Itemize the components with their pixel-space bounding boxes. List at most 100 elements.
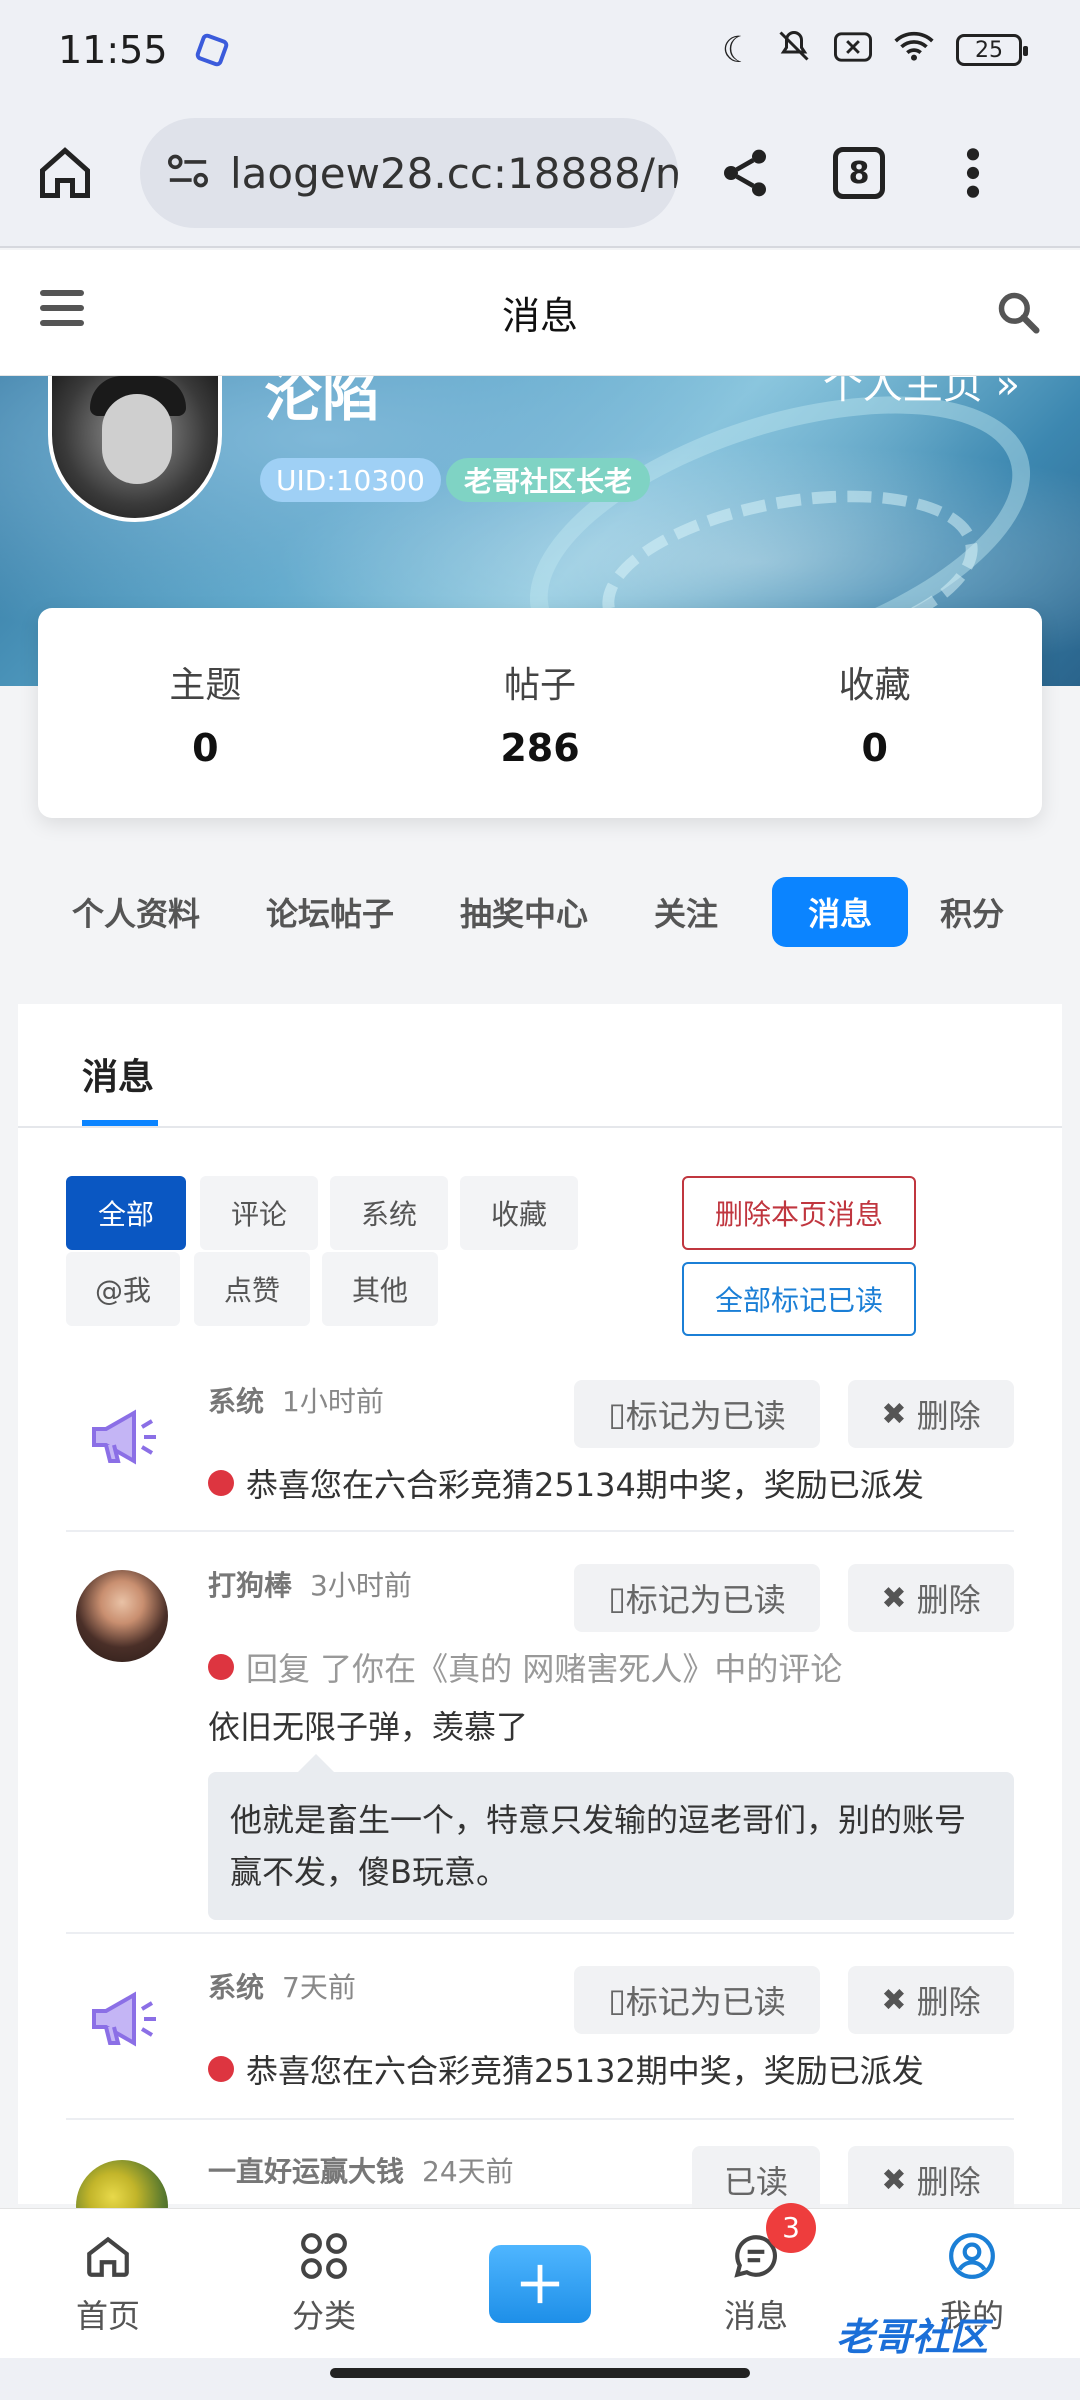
- nav-label: 消息: [723, 2296, 788, 2335]
- unread-dot: [208, 1654, 234, 1680]
- tab-lottery[interactable]: 抽奖中心: [448, 877, 600, 947]
- message-sender: 系统 1小时前: [208, 1385, 384, 1418]
- close-icon: ✖: [881, 1396, 907, 1432]
- status-time: 11:55: [58, 28, 168, 72]
- megaphone-icon: [88, 1988, 160, 2054]
- rank-badge: 老哥社区长老: [446, 458, 651, 502]
- profile-home-link[interactable]: 个人主页 »: [823, 376, 1020, 410]
- mute-icon: [776, 28, 812, 73]
- filter-system[interactable]: 系统: [330, 1176, 448, 1250]
- delete-message-button[interactable]: ✖ 删除: [848, 1564, 1014, 1632]
- message-text: 恭喜您在六合彩竞猜25132期中奖，奖励已派发: [208, 2046, 924, 2092]
- tab-forum-posts[interactable]: 论坛帖子: [254, 877, 406, 947]
- home-icon[interactable]: [28, 136, 102, 210]
- message-item: 系统 7天前 ▯ 标记为已读 ✖ 删除 恭喜您在六合彩竞猜25132期中奖，奖励已派发: [66, 1934, 1014, 2120]
- tabs-button[interactable]: 8: [822, 136, 896, 210]
- tab-profile[interactable]: 个人资料: [60, 877, 212, 947]
- site-settings-icon[interactable]: [166, 151, 210, 195]
- url-bar[interactable]: laogew28.cc:18888/n: [140, 118, 678, 228]
- delete-page-messages-button[interactable]: 删除本页消息: [682, 1176, 916, 1250]
- notification-icon: [193, 32, 230, 68]
- close-icon: ✖: [881, 1982, 907, 2018]
- megaphone-icon: [88, 1406, 160, 1472]
- stat-value: 0: [192, 726, 219, 770]
- delete-message-button[interactable]: ✖ 删除: [848, 2146, 1014, 2214]
- nav-create-post[interactable]: [432, 2244, 648, 2323]
- tab-messages[interactable]: 消息: [772, 877, 909, 947]
- message-item: 打狗棒 3小时前 ▯ 标记为已读 ✖ 删除 回复 了你在《真的 网赌害死人》中的评论 …: [66, 1532, 1014, 1934]
- message-time: 24天前: [422, 2155, 514, 2188]
- section-tabs: 个人资料 论坛帖子 抽奖中心 关注 消息 积分: [0, 876, 1080, 948]
- message-time: 3小时前: [310, 1569, 412, 1602]
- uid-badge: UID:10300: [260, 458, 441, 502]
- page-title: 消息: [501, 294, 578, 338]
- home-icon: [83, 2231, 133, 2285]
- stat-label: 收藏: [838, 665, 911, 706]
- message-text: 依旧无限子弹，羡慕了: [208, 1708, 529, 1746]
- stat-value: 286: [500, 726, 580, 770]
- grid-icon: [299, 2231, 349, 2285]
- avatar[interactable]: [48, 376, 222, 522]
- filter-other[interactable]: 其他: [322, 1252, 438, 1326]
- site-watermark-logo: 老哥社区: [836, 2315, 989, 2359]
- tab-count: 8: [833, 147, 885, 199]
- hamburger-menu-icon[interactable]: [40, 290, 84, 335]
- share-icon[interactable]: [708, 136, 782, 210]
- mark-read-button[interactable]: ▯ 标记为已读: [574, 1564, 820, 1632]
- tab-follow[interactable]: 关注: [642, 877, 730, 947]
- more-menu-icon[interactable]: [936, 136, 1010, 210]
- browser-toolbar: laogew28.cc:18888/n 8: [0, 100, 1080, 248]
- message-reply-header: 回复 了你在《真的 网赌害死人》中的评论: [208, 1644, 842, 1690]
- nav-label: 分类: [291, 2296, 356, 2335]
- moon-icon: ☾: [721, 29, 754, 71]
- nav-label: 首页: [75, 2296, 140, 2335]
- message-item: 系统 1小时前 ▯ 标记为已读 ✖ 删除 恭喜您在六合彩竞猜25134期中奖，奖励已派…: [66, 1364, 1014, 1532]
- unread-count-badge: 3: [766, 2202, 816, 2253]
- mark-read-button[interactable]: ▯ 标记为已读: [574, 1380, 820, 1448]
- filter-favorites[interactable]: 收藏: [460, 1176, 578, 1250]
- page-header: 消息: [0, 250, 1080, 376]
- filter-likes[interactable]: 点赞: [194, 1252, 310, 1326]
- plus-icon[interactable]: [489, 2244, 591, 2323]
- mark-read-button[interactable]: ▯ 标记为已读: [574, 1966, 820, 2034]
- unread-dot: [208, 2056, 234, 2082]
- url-text: laogew28.cc:18888/n: [230, 148, 678, 198]
- stat-value: 0: [861, 726, 888, 770]
- nav-home[interactable]: 首页: [0, 2231, 216, 2337]
- panel-title: 消息: [82, 1057, 155, 1098]
- status-bar: 11:55 ☾ 25: [0, 0, 1080, 100]
- delete-message-button[interactable]: ✖ 删除: [848, 1966, 1014, 2034]
- stat-label: 主题: [169, 665, 242, 706]
- delete-message-button[interactable]: ✖ 删除: [848, 1380, 1014, 1448]
- filter-comments[interactable]: 评论: [200, 1176, 318, 1250]
- filter-all[interactable]: 全部: [66, 1176, 186, 1250]
- message-sender: 系统 7天前: [208, 1971, 356, 2004]
- message-time: 1小时前: [282, 1385, 384, 1418]
- stat-topics[interactable]: 主题 0: [38, 656, 373, 770]
- wifi-icon: [894, 30, 934, 71]
- search-icon[interactable]: [996, 290, 1040, 338]
- nav-messages[interactable]: 3 消息: [648, 2202, 864, 2337]
- username: 沦陷: [264, 376, 381, 429]
- stat-label: 帖子: [504, 665, 577, 706]
- message-text: 恭喜您在六合彩竞猜25134期中奖，奖励已派发: [208, 1460, 924, 1506]
- user-circle-icon: [947, 2231, 997, 2285]
- message-sender: 打狗棒 3小时前: [208, 1569, 412, 1602]
- sender-avatar[interactable]: [76, 1570, 168, 1662]
- quoted-comment: 他就是畜生一个，特意只发输的逗老哥们，别的账号赢不发，傻B玩意。: [208, 1754, 1014, 1920]
- close-icon: ✖: [881, 2162, 907, 2198]
- mark-all-read-button[interactable]: 全部标记已读: [682, 1262, 916, 1336]
- close-icon: ✖: [881, 1580, 907, 1616]
- sim-off-icon: [834, 30, 872, 71]
- filter-mentions[interactable]: @我: [66, 1252, 180, 1326]
- message-sender: 一直好运赢大钱 24天前: [208, 2155, 514, 2188]
- stat-posts[interactable]: 帖子 286: [373, 656, 708, 770]
- gesture-home-bar[interactable]: [330, 2368, 750, 2378]
- tab-points[interactable]: 积分: [928, 877, 1016, 947]
- unread-dot: [208, 1470, 234, 1496]
- stat-favorites[interactable]: 收藏 0: [707, 656, 1042, 770]
- battery-icon: 25: [956, 34, 1028, 66]
- read-status-button[interactable]: 已读: [692, 2146, 820, 2214]
- nav-categories[interactable]: 分类: [216, 2231, 432, 2337]
- messages-panel: 消息 全部 评论 系统 收藏 @我 点赞 其他 删除本页消息 全部标记已读 系统…: [18, 1004, 1062, 2252]
